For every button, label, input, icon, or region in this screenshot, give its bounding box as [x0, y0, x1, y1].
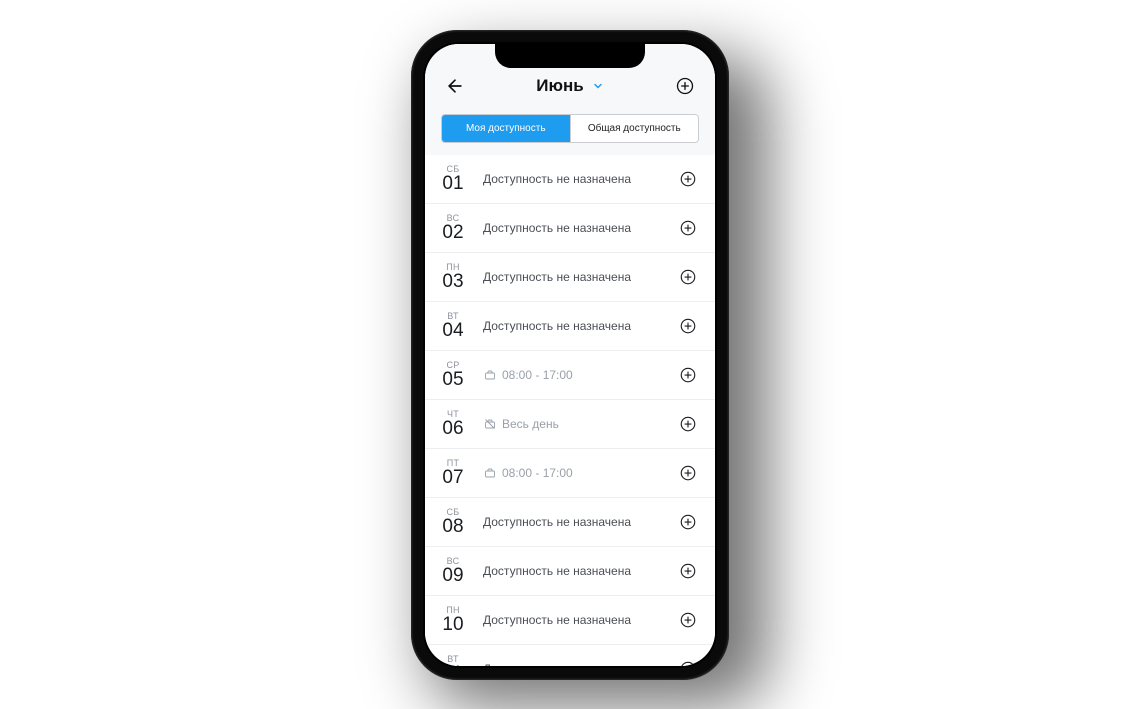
arrow-left-icon — [445, 76, 465, 96]
tab-my-availability[interactable]: Моя доступность — [442, 115, 570, 142]
tab-shared-availability[interactable]: Общая доступность — [570, 115, 699, 142]
segmented-control-wrap: Моя доступность Общая доступность — [425, 104, 715, 155]
day-row[interactable]: ВС09 Доступность не назначена — [425, 547, 715, 596]
plus-circle-icon — [679, 219, 697, 237]
day-of-month: 05 — [442, 370, 463, 390]
add-day-availability-button[interactable] — [677, 168, 699, 190]
day-row[interactable]: СР05 08:00 - 17:00 — [425, 351, 715, 400]
status-text: Доступность не назначена — [483, 172, 631, 186]
status-column: Доступность не назначена — [483, 564, 677, 578]
add-day-availability-button[interactable] — [677, 413, 699, 435]
plus-circle-icon — [679, 170, 697, 188]
status-column: 08:00 - 17:00 — [483, 466, 677, 480]
add-availability-button[interactable] — [673, 74, 697, 98]
status-column: Доступность не назначена — [483, 270, 677, 284]
add-day-availability-button[interactable] — [677, 315, 699, 337]
day-row[interactable]: СБ01 Доступность не назначена — [425, 155, 715, 204]
plus-circle-icon — [679, 268, 697, 286]
date-column: СР05 — [437, 360, 469, 390]
briefcase-icon — [483, 466, 496, 479]
status-text: Доступность не назначена — [483, 613, 631, 627]
date-column: СБ01 — [437, 164, 469, 194]
date-column: ПТ07 — [437, 458, 469, 488]
app-screen: Июнь Моя доступность Общая доступность С… — [425, 44, 715, 666]
day-of-month: 09 — [442, 566, 463, 586]
status-text: Доступность не назначена — [483, 515, 631, 529]
status-column: Доступность не назначена — [483, 515, 677, 529]
day-row[interactable]: СБ08 Доступность не назначена — [425, 498, 715, 547]
day-row[interactable]: ПН10 Доступность не назначена — [425, 596, 715, 645]
phone-frame: Июнь Моя доступность Общая доступность С… — [411, 30, 729, 680]
date-column: ВС02 — [437, 213, 469, 243]
add-day-availability-button[interactable] — [677, 266, 699, 288]
status-text: Доступность не назначена — [483, 319, 631, 333]
device-notch — [495, 44, 645, 68]
plus-circle-icon — [679, 464, 697, 482]
day-of-month: 02 — [442, 223, 463, 243]
date-column: ВС09 — [437, 556, 469, 586]
month-selector[interactable]: Июнь — [536, 76, 603, 96]
status-text: Доступность не назначена — [483, 564, 631, 578]
add-day-availability-button[interactable] — [677, 364, 699, 386]
plus-circle-icon — [679, 611, 697, 629]
day-row[interactable]: ЧТ06 Весь день — [425, 400, 715, 449]
plus-circle-icon — [679, 660, 697, 666]
status-column: Весь день — [483, 417, 677, 431]
plus-circle-icon — [679, 317, 697, 335]
add-day-availability-button[interactable] — [677, 462, 699, 484]
plus-circle-icon — [679, 513, 697, 531]
briefcase-icon — [483, 368, 496, 381]
availability-list: СБ01 Доступность не назначена ВС02 Доступно… — [425, 155, 715, 666]
day-of-month: 03 — [442, 272, 463, 292]
status-column: 08:00 - 17:00 — [483, 368, 677, 382]
status-text: 08:00 - 17:00 — [502, 368, 573, 382]
back-button[interactable] — [443, 74, 467, 98]
plus-circle-icon — [679, 366, 697, 384]
status-text: Доступность не назначена — [483, 221, 631, 235]
add-day-availability-button[interactable] — [677, 560, 699, 582]
day-of-month: 04 — [442, 321, 463, 341]
date-column: ПН10 — [437, 605, 469, 635]
date-column: ВТ04 — [437, 311, 469, 341]
plus-circle-icon — [679, 415, 697, 433]
status-column: Доступность не назначена — [483, 613, 677, 627]
day-row[interactable]: ПТ07 08:00 - 17:00 — [425, 449, 715, 498]
add-day-availability-button[interactable] — [677, 658, 699, 666]
status-text: Весь день — [502, 417, 559, 431]
status-text: 08:00 - 17:00 — [502, 466, 573, 480]
status-column: Доступность не назначена — [483, 662, 677, 666]
day-of-month: 07 — [442, 468, 463, 488]
day-of-month: 01 — [442, 174, 463, 194]
date-column: ВТ11 — [437, 654, 469, 666]
chevron-down-icon — [592, 80, 604, 92]
date-column: СБ08 — [437, 507, 469, 537]
date-column: ЧТ06 — [437, 409, 469, 439]
plus-circle-icon — [675, 76, 695, 96]
briefcase-off-icon — [483, 417, 496, 430]
day-of-month: 06 — [442, 419, 463, 439]
day-row[interactable]: ПН03 Доступность не назначена — [425, 253, 715, 302]
plus-circle-icon — [679, 562, 697, 580]
status-column: Доступность не назначена — [483, 221, 677, 235]
status-column: Доступность не назначена — [483, 319, 677, 333]
day-of-month: 08 — [442, 517, 463, 537]
add-day-availability-button[interactable] — [677, 217, 699, 239]
date-column: ПН03 — [437, 262, 469, 292]
day-of-month: 11 — [443, 664, 463, 666]
month-label: Июнь — [536, 76, 583, 96]
day-row[interactable]: ВТ04 Доступность не назначена — [425, 302, 715, 351]
status-text: Доступность не назначена — [483, 270, 631, 284]
status-column: Доступность не назначена — [483, 172, 677, 186]
day-row[interactable]: ВС02 Доступность не назначена — [425, 204, 715, 253]
add-day-availability-button[interactable] — [677, 609, 699, 631]
day-of-month: 10 — [442, 615, 463, 635]
add-day-availability-button[interactable] — [677, 511, 699, 533]
day-row[interactable]: ВТ11 Доступность не назначена — [425, 645, 715, 666]
status-text: Доступность не назначена — [483, 662, 631, 666]
segmented-control: Моя доступность Общая доступность — [441, 114, 699, 143]
